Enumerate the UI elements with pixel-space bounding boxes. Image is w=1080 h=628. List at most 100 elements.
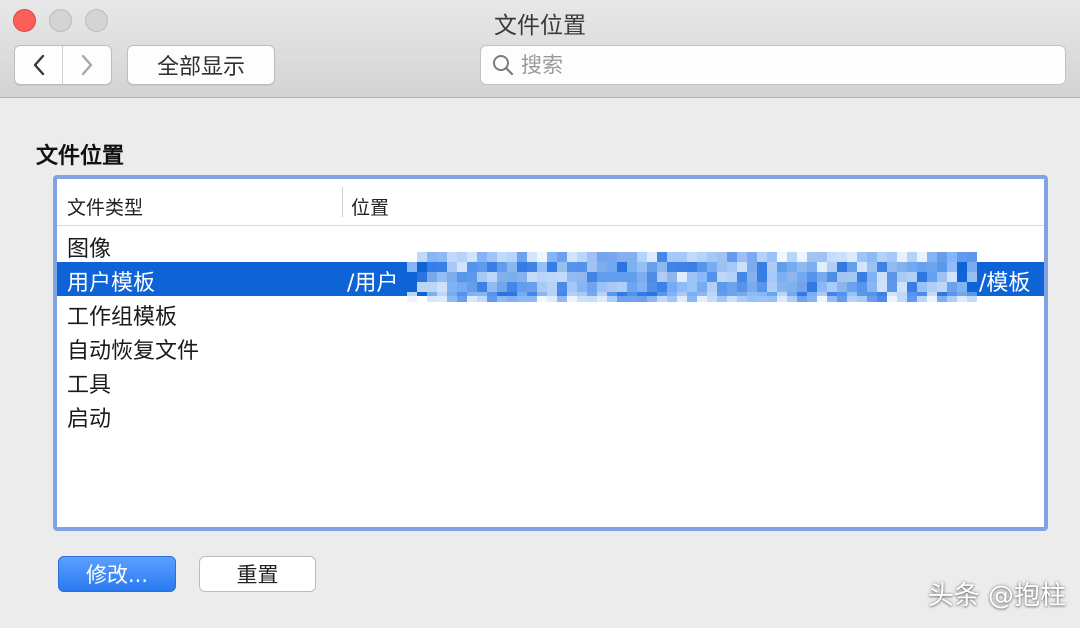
redaction-pixel: [787, 282, 797, 292]
search-input[interactable]: [521, 53, 1041, 77]
redaction-pixel: [477, 272, 487, 282]
redaction-pixel: [797, 282, 807, 292]
redaction-pixel: [917, 282, 927, 292]
redaction-pixel: [927, 272, 937, 282]
column-header-file-type[interactable]: 文件类型: [67, 193, 143, 220]
back-button[interactable]: [15, 46, 64, 84]
redaction-pixel: [427, 262, 437, 272]
redaction-pixel: [827, 272, 837, 282]
reset-button[interactable]: 重置: [199, 556, 316, 592]
redaction-pixel: [757, 262, 767, 272]
redaction-pixel: [547, 262, 557, 272]
location-cell-suffix: /模板: [979, 271, 1031, 296]
redaction-pixel: [607, 282, 617, 292]
redaction-pixel: [607, 272, 617, 282]
redaction-pixel: [967, 272, 977, 282]
redaction-pixel: [477, 262, 487, 272]
redaction-pixel: [947, 262, 957, 272]
redaction-pixel: [427, 282, 437, 292]
redaction-pixel: [667, 262, 677, 272]
search-field[interactable]: [480, 45, 1066, 85]
redaction-pixel: [937, 262, 947, 272]
redaction-pixel: [867, 272, 877, 282]
table-row-selected[interactable]: 用户模板 /用户 /模板: [57, 252, 1044, 302]
redaction-pixel: [807, 282, 817, 292]
redaction-pixel: [647, 282, 657, 292]
redaction-pixel: [547, 272, 557, 282]
redaction-pixel: [637, 282, 647, 292]
redaction-pixel: [807, 272, 817, 282]
redaction-pixel: [617, 262, 627, 272]
redaction-pixel: [947, 272, 957, 282]
column-header-location[interactable]: 位置: [351, 193, 389, 220]
redaction-pixel: [907, 282, 917, 292]
redaction-pixel: [457, 282, 467, 292]
redaction-pixel: [957, 282, 967, 292]
show-all-button[interactable]: 全部显示: [127, 45, 275, 85]
redaction-pixel: [777, 262, 787, 272]
redaction-pixel: [757, 272, 767, 282]
redaction-pixel: [697, 262, 707, 272]
redaction-pixel: [697, 282, 707, 292]
redaction-pixel: [627, 282, 637, 292]
redaction-pixel: [687, 272, 697, 282]
redaction-pixel: [917, 272, 927, 282]
redaction-pixel: [487, 282, 497, 292]
redaction-pixel: [877, 272, 887, 282]
redaction-pixel: [617, 272, 627, 282]
redaction-pixel: [897, 282, 907, 292]
redaction-pixel: [537, 262, 547, 272]
redaction-pixel: [557, 272, 567, 282]
redaction-pixel: [717, 282, 727, 292]
redaction-pixel: [937, 272, 947, 282]
redaction-pixel: [807, 262, 817, 272]
window-title: 文件位置: [494, 13, 586, 39]
redaction-pixel: [847, 282, 857, 292]
table-row[interactable]: 图像: [57, 228, 1044, 262]
redaction-pixel: [737, 262, 747, 272]
redaction-pixel: [567, 272, 577, 282]
redaction-pixel: [727, 262, 737, 272]
redaction-pixel: [517, 262, 527, 272]
redaction-pixel: [887, 272, 897, 282]
redaction-pixel: [687, 282, 697, 292]
redaction-pixel: [887, 282, 897, 292]
column-divider[interactable]: [342, 187, 343, 217]
table-row[interactable]: 工具: [57, 364, 1044, 398]
redaction-pixel: [677, 262, 687, 272]
forward-button[interactable]: [63, 46, 111, 84]
redaction-pixel: [587, 272, 597, 282]
redaction-pixel: [527, 262, 537, 272]
redaction-pixel: [597, 262, 607, 272]
table-row[interactable]: 工作组模板: [57, 296, 1044, 330]
redaction-pixel: [887, 262, 897, 272]
redaction-pixel: [907, 262, 917, 272]
redaction-pixel: [687, 262, 697, 272]
redaction-pixel: [827, 262, 837, 272]
redaction-pixel: [847, 272, 857, 282]
redaction-pixel: [767, 272, 777, 282]
redaction-pixel: [937, 282, 947, 292]
redaction-pixel: [557, 262, 567, 272]
redaction-pixel: [697, 272, 707, 282]
redaction-pixel: [607, 262, 617, 272]
redaction-pixel: [587, 262, 597, 272]
modify-button[interactable]: 修改...: [58, 556, 176, 592]
chevron-left-icon: [33, 54, 44, 76]
table-row[interactable]: 启动: [57, 398, 1044, 432]
table-row[interactable]: 自动恢复文件: [57, 330, 1044, 364]
redaction-pixel: [877, 262, 887, 272]
redaction-pixel: [897, 262, 907, 272]
redaction-pixel: [627, 272, 637, 282]
redaction-pixel: [897, 272, 907, 282]
redaction-pixel: [497, 282, 507, 292]
redaction-pixel: [567, 262, 577, 272]
file-type-cell: 工具: [67, 373, 112, 398]
redaction-pixel: [577, 262, 587, 272]
redaction-pixel: [537, 282, 547, 292]
search-icon: [493, 55, 514, 76]
file-locations-table[interactable]: 文件类型 位置 图像 用户模板 /用户 /模板 工作组模板 自动恢复文件 工具 …: [53, 175, 1048, 531]
redaction-pixel: [427, 272, 437, 282]
location-cell-prefix: /用户: [347, 271, 399, 296]
redaction-pixel: [407, 262, 417, 272]
